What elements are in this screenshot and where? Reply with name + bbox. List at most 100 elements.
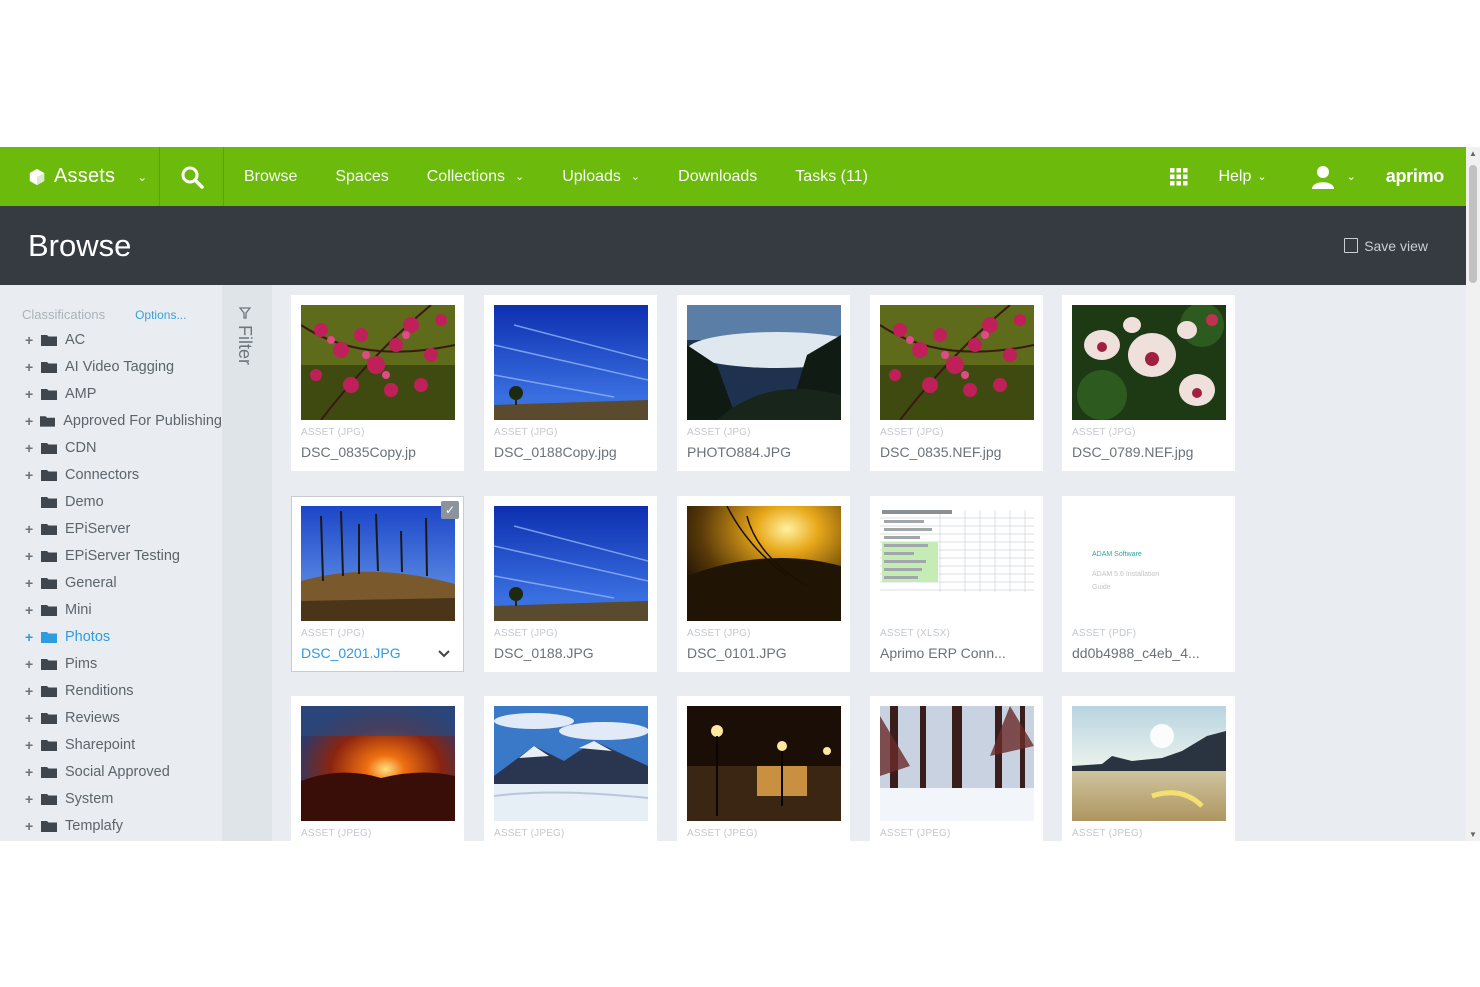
asset-filename[interactable]: dd0b4988_c4eb_4...	[1072, 645, 1212, 661]
asset-thumbnail[interactable]	[687, 305, 841, 420]
sidebar-item-renditions[interactable]: + Renditions	[25, 677, 222, 704]
expand-plus-icon[interactable]: +	[25, 467, 39, 483]
asset-thumbnail[interactable]	[880, 305, 1034, 420]
sidebar-item-amp[interactable]: + AMP	[25, 380, 222, 407]
expand-plus-icon[interactable]: +	[25, 656, 39, 672]
options-link[interactable]: Options...	[135, 308, 186, 322]
asset-thumbnail[interactable]	[494, 305, 648, 420]
nav-item-browse[interactable]: Browse	[244, 168, 297, 186]
folder-icon	[41, 442, 57, 454]
chevron-down-icon[interactable]	[438, 647, 450, 661]
expand-plus-icon[interactable]: +	[25, 548, 39, 564]
expand-plus-icon[interactable]: +	[25, 575, 39, 591]
asset-filename[interactable]: DSC_0101.JPG	[687, 645, 827, 661]
sidebar-item-sharepoint[interactable]: + Sharepoint	[25, 731, 222, 758]
sidebar-item-photos[interactable]: + Photos	[25, 623, 222, 650]
asset-filename[interactable]: DSC_0188Copy.jpg	[494, 444, 634, 460]
expand-plus-icon[interactable]: +	[25, 818, 39, 834]
sidebar-item-episerver-testing[interactable]: + EPiServer Testing	[25, 542, 222, 569]
asset-card[interactable]: ASSET (JPG) DSC_0188Copy.jpg	[484, 295, 657, 471]
asset-filename[interactable]: PHOTO884.JPG	[687, 444, 827, 460]
expand-plus-icon[interactable]: +	[25, 332, 39, 348]
asset-card[interactable]: ASSET (JPG) PHOTO884.JPG	[677, 295, 850, 471]
apps-grid-icon[interactable]	[1170, 167, 1188, 186]
sidebar-item-episerver[interactable]: + EPiServer	[25, 515, 222, 542]
asset-card[interactable]: ASSET (JPEG)	[484, 696, 657, 841]
asset-thumbnail[interactable]	[1072, 305, 1226, 420]
sidebar-item-label: Pims	[65, 655, 98, 672]
vertical-scrollbar[interactable]: ▲ ▼	[1466, 147, 1480, 841]
asset-thumbnail[interactable]	[1072, 706, 1226, 821]
expand-plus-icon[interactable]: +	[25, 440, 39, 456]
folder-icon	[41, 469, 57, 481]
search-button[interactable]	[160, 147, 224, 206]
asset-thumbnail[interactable]	[494, 506, 648, 621]
expand-plus-icon[interactable]: +	[25, 737, 39, 753]
save-view-button[interactable]: Save view	[1344, 238, 1428, 254]
asset-card[interactable]: ASSET (JPG) DSC_0789.NEF.jpg	[1062, 295, 1235, 471]
expand-plus-icon[interactable]: +	[25, 386, 39, 402]
asset-thumbnail[interactable]	[687, 706, 841, 821]
asset-card[interactable]: ASSET (JPEG)	[677, 696, 850, 841]
nav-item-tasks-11[interactable]: Tasks (11)	[795, 168, 868, 186]
scrollbar-thumb[interactable]	[1469, 165, 1477, 283]
asset-card[interactable]: ASSET (JPG) DSC_0835.NEF.jpg	[870, 295, 1043, 471]
asset-type: ASSET (JPG)	[880, 427, 944, 438]
asset-card[interactable]: ASSET (JPEG)	[870, 696, 1043, 841]
sidebar-item-connectors[interactable]: + Connectors	[25, 461, 222, 488]
sidebar-item-approved-for-publishing[interactable]: + Approved For Publishing	[25, 407, 222, 434]
nav-item-spaces[interactable]: Spaces	[335, 168, 388, 186]
asset-thumbnail[interactable]	[301, 305, 455, 420]
asset-filename[interactable]: DSC_0789.NEF.jpg	[1072, 444, 1212, 460]
sidebar-item-templafy[interactable]: + Templafy	[25, 812, 222, 839]
sidebar-item-pims[interactable]: + Pims	[25, 650, 222, 677]
asset-filename[interactable]: DSC_0188.JPG	[494, 645, 634, 661]
asset-card[interactable]: ASSET (XLSX) Aprimo ERP Conn...	[870, 496, 1043, 672]
filter-panel-toggle[interactable]: Filter	[222, 285, 272, 841]
expand-plus-icon[interactable]: +	[25, 413, 38, 429]
user-menu[interactable]: ⌄	[1311, 165, 1356, 189]
asset-card[interactable]: ASSET (JPEG)	[291, 696, 464, 841]
sidebar-item-cdn[interactable]: + CDN	[25, 434, 222, 461]
nav-item-collections[interactable]: Collections ⌄	[427, 168, 524, 186]
sidebar-item-ai-video-tagging[interactable]: + AI Video Tagging	[25, 353, 222, 380]
assets-app-switcher[interactable]: Assets ⌄	[0, 147, 160, 206]
expand-plus-icon[interactable]: +	[25, 683, 39, 699]
asset-thumbnail[interactable]	[301, 706, 455, 821]
asset-thumbnail[interactable]	[301, 506, 455, 621]
asset-filename[interactable]: Aprimo ERP Conn...	[880, 645, 1020, 661]
sidebar-item-label: AC	[65, 331, 86, 348]
asset-thumbnail[interactable]	[687, 506, 841, 621]
sidebar-item-social-approved[interactable]: + Social Approved	[25, 758, 222, 785]
asset-filename[interactable]: DSC_0835.NEF.jpg	[880, 444, 1020, 460]
asset-filename[interactable]: DSC_0201.JPG	[301, 645, 441, 661]
sidebar-item-mini[interactable]: + Mini	[25, 596, 222, 623]
sidebar-item-ac[interactable]: + AC	[25, 326, 222, 353]
asset-thumbnail[interactable]	[880, 706, 1034, 821]
asset-card[interactable]: ASSET (JPG) DSC_0835Copy.jp	[291, 295, 464, 471]
sidebar-item-reviews[interactable]: + Reviews	[25, 704, 222, 731]
asset-card[interactable]: ASSET (JPG) DSC_0188.JPG	[484, 496, 657, 672]
select-checkbox[interactable]: ✓	[441, 501, 459, 519]
sidebar-item-general[interactable]: + General	[25, 569, 222, 596]
asset-thumbnail[interactable]	[494, 706, 648, 821]
nav-item-downloads[interactable]: Downloads	[678, 168, 757, 186]
expand-plus-icon[interactable]: +	[25, 602, 39, 618]
expand-plus-icon[interactable]: +	[25, 791, 39, 807]
sidebar-item-system[interactable]: + System	[25, 785, 222, 812]
asset-filename[interactable]: DSC_0835Copy.jp	[301, 444, 441, 460]
asset-card[interactable]: ASSET (JPG) DSC_0101.JPG	[677, 496, 850, 672]
asset-thumbnail[interactable]	[880, 506, 1034, 621]
help-menu[interactable]: Help ⌄	[1218, 168, 1266, 186]
sidebar-item-demo[interactable]: Demo	[25, 488, 222, 515]
expand-plus-icon[interactable]: +	[25, 764, 39, 780]
expand-plus-icon[interactable]: +	[25, 359, 39, 375]
asset-thumbnail[interactable]: ADAM Software ADAM 5.6 Installation Guide	[1072, 506, 1226, 621]
asset-card[interactable]: ✓ ASSET (JPG) DSC_0201.JPG	[291, 496, 464, 672]
nav-item-uploads[interactable]: Uploads ⌄	[562, 168, 640, 186]
expand-plus-icon[interactable]: +	[25, 710, 39, 726]
expand-plus-icon[interactable]: +	[25, 521, 39, 537]
expand-plus-icon[interactable]: +	[25, 629, 39, 645]
asset-card[interactable]: ADAM Software ADAM 5.6 Installation Guide A…	[1062, 496, 1235, 672]
asset-card[interactable]: ASSET (JPEG)	[1062, 696, 1235, 841]
